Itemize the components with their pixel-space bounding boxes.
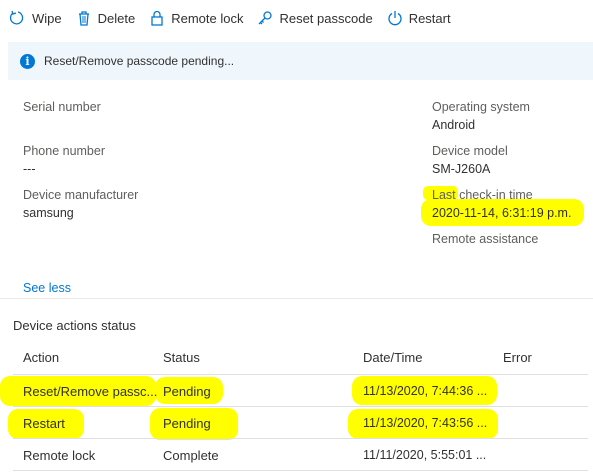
remote-assistance-label: Remote assistance	[432, 232, 539, 246]
row3-datetime: 11/11/2020, 5:55:01 ...	[363, 448, 487, 462]
actions-section-title: Device actions status	[13, 318, 136, 333]
phone-number-value: ---	[23, 162, 36, 176]
row1-datetime: 11/13/2020, 7:44:36 ...	[363, 384, 488, 398]
table-divider	[13, 438, 588, 439]
trash-icon	[78, 11, 89, 26]
table-divider	[13, 406, 588, 407]
row2-status: Pending	[163, 416, 211, 431]
column-header-error[interactable]: Error	[503, 350, 532, 365]
command-bar: Wipe Delete Remote lock Reset passcode R…	[0, 0, 593, 36]
phone-number-label: Phone number	[23, 144, 106, 158]
operating-system-value: Android	[432, 118, 476, 132]
lock-icon	[151, 10, 163, 26]
banner-message: Reset/Remove passcode pending...	[44, 54, 235, 68]
table-divider	[13, 374, 588, 375]
remote-lock-label: Remote lock	[171, 10, 244, 26]
section-divider	[0, 298, 593, 299]
info-banner: i Reset/Remove passcode pending...	[8, 42, 593, 80]
reset-passcode-label: Reset passcode	[279, 10, 373, 26]
delete-button[interactable]: Delete	[76, 4, 136, 32]
table-divider	[13, 470, 588, 471]
wipe-icon	[10, 10, 24, 25]
column-header-status[interactable]: Status	[163, 350, 200, 365]
device-manufacturer-label: Device manufacturer	[23, 188, 139, 202]
row1-status: Pending	[163, 384, 211, 399]
key-icon	[258, 11, 273, 25]
row3-action: Remote lock	[23, 448, 96, 463]
row2-action: Restart	[23, 416, 65, 431]
reset-passcode-button[interactable]: Reset passcode	[257, 4, 373, 32]
column-header-datetime[interactable]: Date/Time	[363, 350, 422, 365]
row1-action: Reset/Remove passc...	[23, 384, 158, 399]
row2-datetime: 11/13/2020, 7:43:56 ...	[363, 416, 488, 430]
remote-lock-button[interactable]: Remote lock	[149, 4, 243, 32]
restart-button[interactable]: Restart	[387, 4, 451, 32]
wipe-button[interactable]: Wipe	[10, 4, 62, 32]
column-header-action[interactable]: Action	[23, 350, 59, 365]
see-less-link[interactable]: See less	[23, 281, 71, 295]
power-icon	[388, 11, 402, 26]
delete-label: Delete	[97, 10, 136, 26]
wipe-label: Wipe	[32, 10, 62, 26]
last-checkin-value: 2020-11-14, 6:31:19 p.m.	[432, 206, 572, 220]
device-model-label: Device model	[432, 144, 508, 158]
operating-system-label: Operating system	[432, 100, 530, 114]
info-icon: i	[20, 53, 35, 69]
row3-status: Complete	[163, 448, 219, 463]
device-model-value: SM-J260A	[432, 162, 491, 176]
restart-label: Restart	[408, 10, 451, 26]
serial-number-label: Serial number	[23, 100, 101, 114]
device-manufacturer-value: samsung	[23, 206, 74, 220]
